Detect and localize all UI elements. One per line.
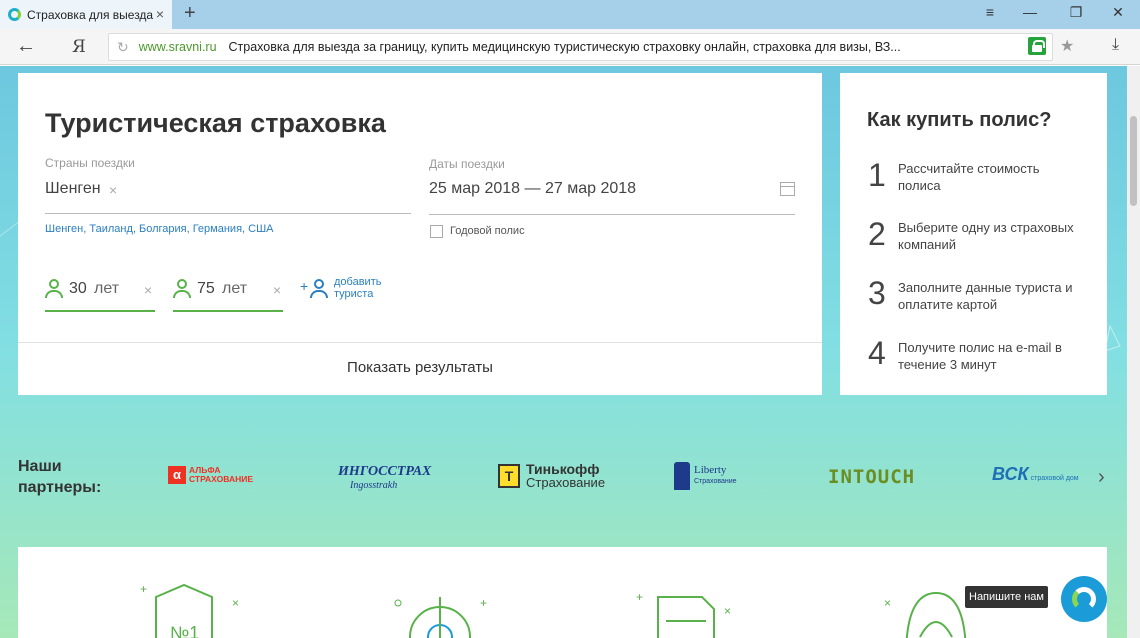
step-text: Получите полис на e-mail в течение 3 мин… (898, 340, 1062, 372)
tab-title: Страховка для выезда за (27, 7, 157, 22)
add-icon[interactable]: + (300, 278, 308, 294)
document-icon: + × (636, 590, 731, 638)
svg-text:×: × (724, 604, 731, 618)
target-icon: + (394, 596, 487, 638)
reload-icon[interactable]: ↻ (117, 39, 129, 56)
add-tourist-icon[interactable] (310, 279, 328, 299)
remove-tourist2-icon[interactable]: × (273, 282, 281, 298)
lock-icon[interactable] (1028, 37, 1046, 55)
chat-button[interactable] (1061, 576, 1107, 622)
calendar-icon[interactable] (780, 182, 795, 196)
svg-text:×: × (884, 596, 891, 610)
add-tourist-line1: добавить (334, 276, 382, 288)
countries-input[interactable]: Шенген (45, 180, 101, 198)
back-arrow-icon[interactable]: ← (16, 35, 36, 58)
step-text: Заполните данные туриста и оплатите карт… (898, 280, 1073, 312)
how-to-title: Как купить полис? (867, 109, 1052, 131)
new-tab-button[interactable]: + (184, 3, 196, 23)
partner-logo-intouch[interactable]: INTOUCH (828, 466, 915, 488)
step-number: 3 (868, 275, 886, 311)
tourist-icon (45, 279, 63, 299)
address-bar-row: ← Я ↻ www.sravni.ru Страховка для выезда… (0, 29, 1140, 65)
dates-label: Даты поездки (429, 157, 505, 171)
add-tourist-line2: туриста (334, 288, 374, 300)
step-number: 4 (868, 335, 886, 371)
tourist2-age[interactable]: 75 (197, 280, 215, 298)
page-content: Туристическая страховка Страны поездки Ш… (0, 66, 1127, 638)
svg-text:+: + (140, 582, 147, 596)
countries-label: Страны поездки (45, 156, 135, 170)
chevron-right-icon[interactable]: › (1098, 466, 1105, 489)
dates-underline (429, 214, 795, 215)
form-divider (18, 342, 822, 343)
address-domain: www.sravni.ru (138, 40, 217, 54)
yandex-logo[interactable]: Я (72, 37, 86, 57)
statue-of-liberty-icon (674, 462, 690, 490)
svg-text:№1: №1 (170, 623, 199, 638)
close-window-icon[interactable]: ✕ (1108, 4, 1128, 21)
tourist1-underline (45, 310, 155, 312)
popular-countries[interactable]: Шенген, Таиланд, Болгария, Германия, США (45, 223, 274, 235)
maximize-icon[interactable]: ❐ (1066, 4, 1086, 21)
partners-label: Наши партнеры: (18, 458, 102, 496)
tinkoff-shield-icon: Т (498, 464, 520, 488)
add-tourist-button[interactable]: добавить туриста (334, 276, 381, 300)
page-scrollbar[interactable] (1127, 66, 1140, 638)
partner-logo-liberty[interactable]: Liberty Страхование (674, 462, 737, 490)
download-icon[interactable]: ⤓ (1112, 36, 1119, 54)
tourist1-age[interactable]: 30 (69, 280, 87, 298)
address-page-title: Страховка для выезда за границу, купить … (228, 40, 901, 54)
browser-tab[interactable]: Страховка для выезда за × (0, 0, 172, 29)
tourist-icon (173, 279, 191, 299)
chat-tooltip: Напишите нам (965, 586, 1048, 608)
svg-text:+: + (636, 590, 643, 604)
step-number: 2 (868, 216, 886, 252)
step-text: Рассчитайте стоимость полиса (898, 161, 1040, 193)
step-text: Выберите одну из страховых компаний (898, 220, 1074, 252)
site-favicon-icon (8, 8, 21, 21)
remove-tourist1-icon[interactable]: × (144, 282, 152, 298)
dates-input[interactable]: 25 мар 2018 — 27 мар 2018 (429, 180, 636, 198)
browser-tab-bar: Страховка для выезда за × + ≡ — ❐ ✕ (0, 0, 1140, 29)
scrollbar-thumb[interactable] (1130, 116, 1137, 206)
partner-logo-alfa[interactable]: α АЛЬФА СТРАХОВАНИЕ (168, 466, 253, 484)
rating-badge-icon: + × №1 (140, 582, 239, 638)
svg-text:+: + (480, 596, 487, 610)
svg-text:×: × (232, 596, 239, 610)
minimize-icon[interactable]: — (1020, 4, 1040, 20)
countries-underline (45, 213, 411, 214)
partner-logo-ingosstrakh[interactable]: ИНГОССТРАХ Ingosstrakh (338, 464, 431, 491)
search-form-card: Туристическая страховка Страны поездки Ш… (18, 73, 822, 395)
close-tab-icon[interactable]: × (156, 6, 164, 22)
tourist2-unit: лет (222, 280, 248, 297)
how-to-buy-card: Как купить полис? 1 Рассчитайте стоимост… (840, 73, 1107, 395)
partner-logo-tinkoff[interactable]: Т Тинькофф Страхование (498, 462, 605, 490)
annual-policy-label: Годовой полис (450, 225, 525, 237)
partner-logo-vsk[interactable]: ВСК страховой дом (992, 464, 1079, 485)
page-title: Туристическая страховка (45, 108, 386, 138)
annual-policy-checkbox[interactable] (430, 225, 443, 238)
menu-icon[interactable]: ≡ (980, 4, 1000, 20)
tourist2-underline (173, 310, 283, 312)
show-results-button[interactable]: Показать результаты (18, 359, 822, 376)
address-input[interactable]: ↻ www.sravni.ru Страховка для выезда за … (108, 33, 1053, 61)
bookmark-star-icon[interactable]: ★ (1060, 36, 1074, 56)
step-number: 1 (868, 157, 886, 193)
remove-country-icon[interactable]: × (109, 182, 117, 198)
tourist1-unit: лет (94, 280, 120, 297)
alfa-icon: α (168, 466, 186, 484)
features-card: + × №1 + + × × (18, 547, 1107, 638)
